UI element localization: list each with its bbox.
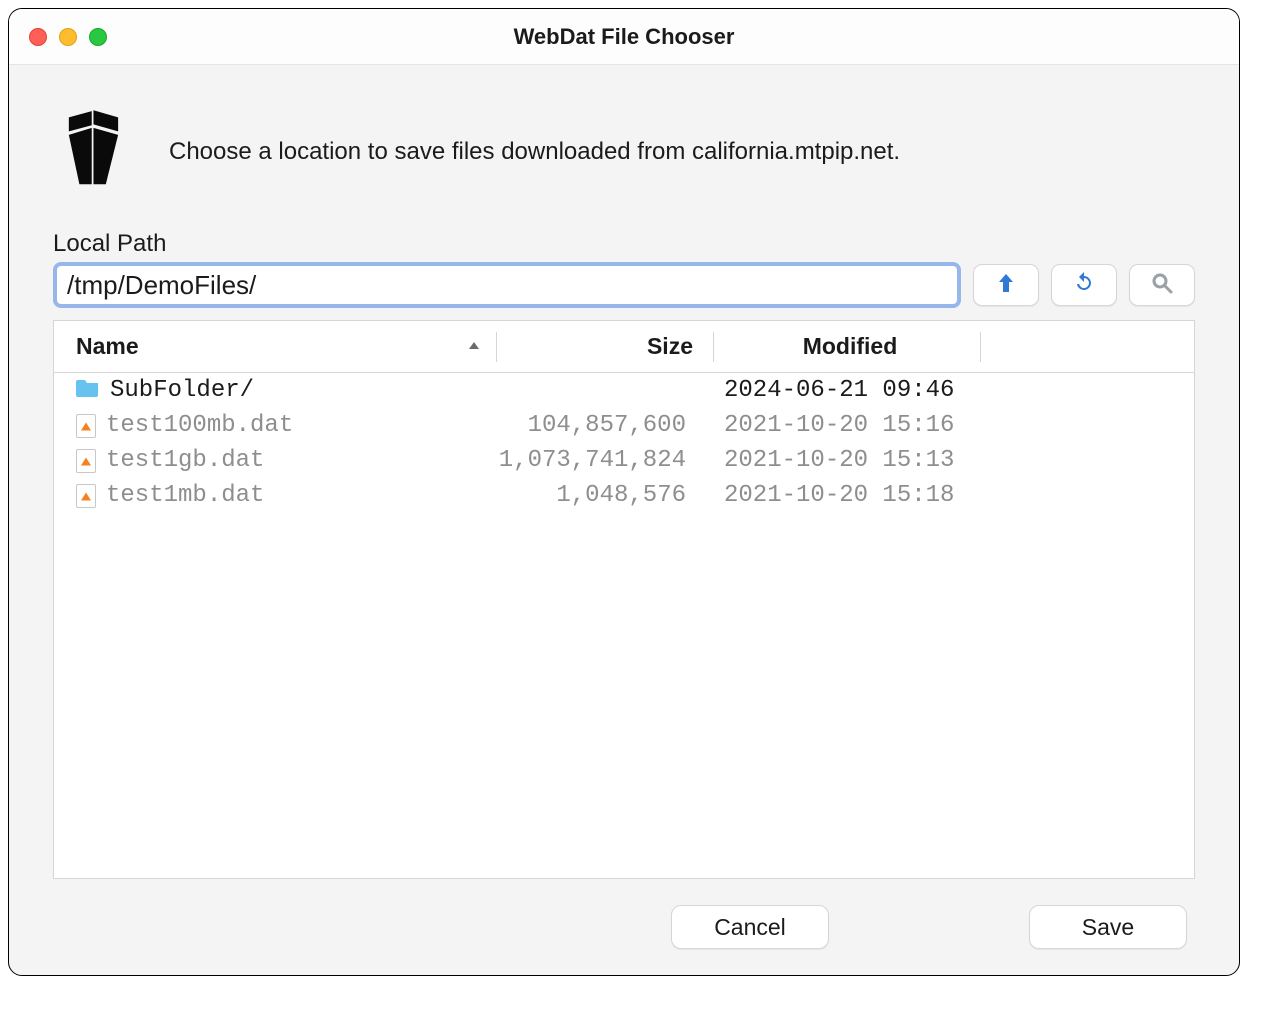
column-header-modified[interactable]: Modified <box>720 333 980 360</box>
file-icon <box>76 414 96 438</box>
file-icon <box>76 449 96 473</box>
file-icon <box>76 484 96 508</box>
table-row[interactable]: test1gb.dat 1,073,741,824 2021-10-20 15:… <box>54 443 1194 478</box>
cancel-button[interactable]: Cancel <box>671 905 829 949</box>
column-header-size-label: Size <box>647 333 693 359</box>
column-header-name-label: Name <box>76 333 139 360</box>
file-name: test100mb.dat <box>106 412 293 439</box>
path-input[interactable] <box>53 262 961 308</box>
file-name: SubFolder/ <box>110 377 254 404</box>
sort-ascending-icon <box>466 333 482 360</box>
file-size: 1,048,576 <box>496 482 706 509</box>
refresh-button[interactable] <box>1051 264 1117 306</box>
dialog-body: Choose a location to save files download… <box>9 65 1239 975</box>
maximize-icon[interactable] <box>89 28 107 46</box>
file-table: Name Size Modified <box>53 320 1195 879</box>
path-label: Local Path <box>53 230 1195 258</box>
footer: Cancel Save <box>53 879 1195 951</box>
column-divider <box>713 332 714 362</box>
arrow-up-icon <box>994 271 1018 300</box>
refresh-icon <box>1072 271 1096 300</box>
table-row[interactable]: test1mb.dat 1,048,576 2021-10-20 15:18 <box>54 478 1194 513</box>
file-modified: 2024-06-21 09:46 <box>706 377 966 404</box>
search-icon <box>1150 271 1174 300</box>
column-divider <box>496 332 497 362</box>
intro-text: Choose a location to save files download… <box>169 138 900 166</box>
window-title: WebDat File Chooser <box>9 24 1239 50</box>
table-body[interactable]: SubFolder/ 2024-06-21 09:46 test100mb.da… <box>54 373 1194 878</box>
column-header-modified-label: Modified <box>803 333 898 359</box>
titlebar: WebDat File Chooser <box>9 9 1239 65</box>
file-name: test1mb.dat <box>106 482 264 509</box>
intro-row: Choose a location to save files download… <box>53 103 1195 200</box>
file-modified: 2021-10-20 15:13 <box>706 447 966 474</box>
column-divider <box>980 332 981 362</box>
file-modified: 2021-10-20 15:18 <box>706 482 966 509</box>
folder-icon <box>76 377 100 405</box>
file-name: test1gb.dat <box>106 447 264 474</box>
close-icon[interactable] <box>29 28 47 46</box>
file-size: 1,073,741,824 <box>496 447 706 474</box>
minimize-icon[interactable] <box>59 28 77 46</box>
search-button[interactable] <box>1129 264 1195 306</box>
file-modified: 2021-10-20 15:16 <box>706 412 966 439</box>
file-size: 104,857,600 <box>496 412 706 439</box>
save-button[interactable]: Save <box>1029 905 1187 949</box>
table-header: Name Size Modified <box>54 321 1194 373</box>
path-row <box>53 262 1195 308</box>
table-row[interactable]: SubFolder/ 2024-06-21 09:46 <box>54 373 1194 408</box>
column-header-name[interactable]: Name <box>76 333 496 360</box>
table-row[interactable]: test100mb.dat 104,857,600 2021-10-20 15:… <box>54 408 1194 443</box>
app-logo-icon <box>53 103 141 200</box>
traffic-lights <box>29 28 107 46</box>
up-button[interactable] <box>973 264 1039 306</box>
column-header-size[interactable]: Size <box>503 333 713 360</box>
file-chooser-window: WebDat File Chooser Choose a location to… <box>8 8 1240 976</box>
